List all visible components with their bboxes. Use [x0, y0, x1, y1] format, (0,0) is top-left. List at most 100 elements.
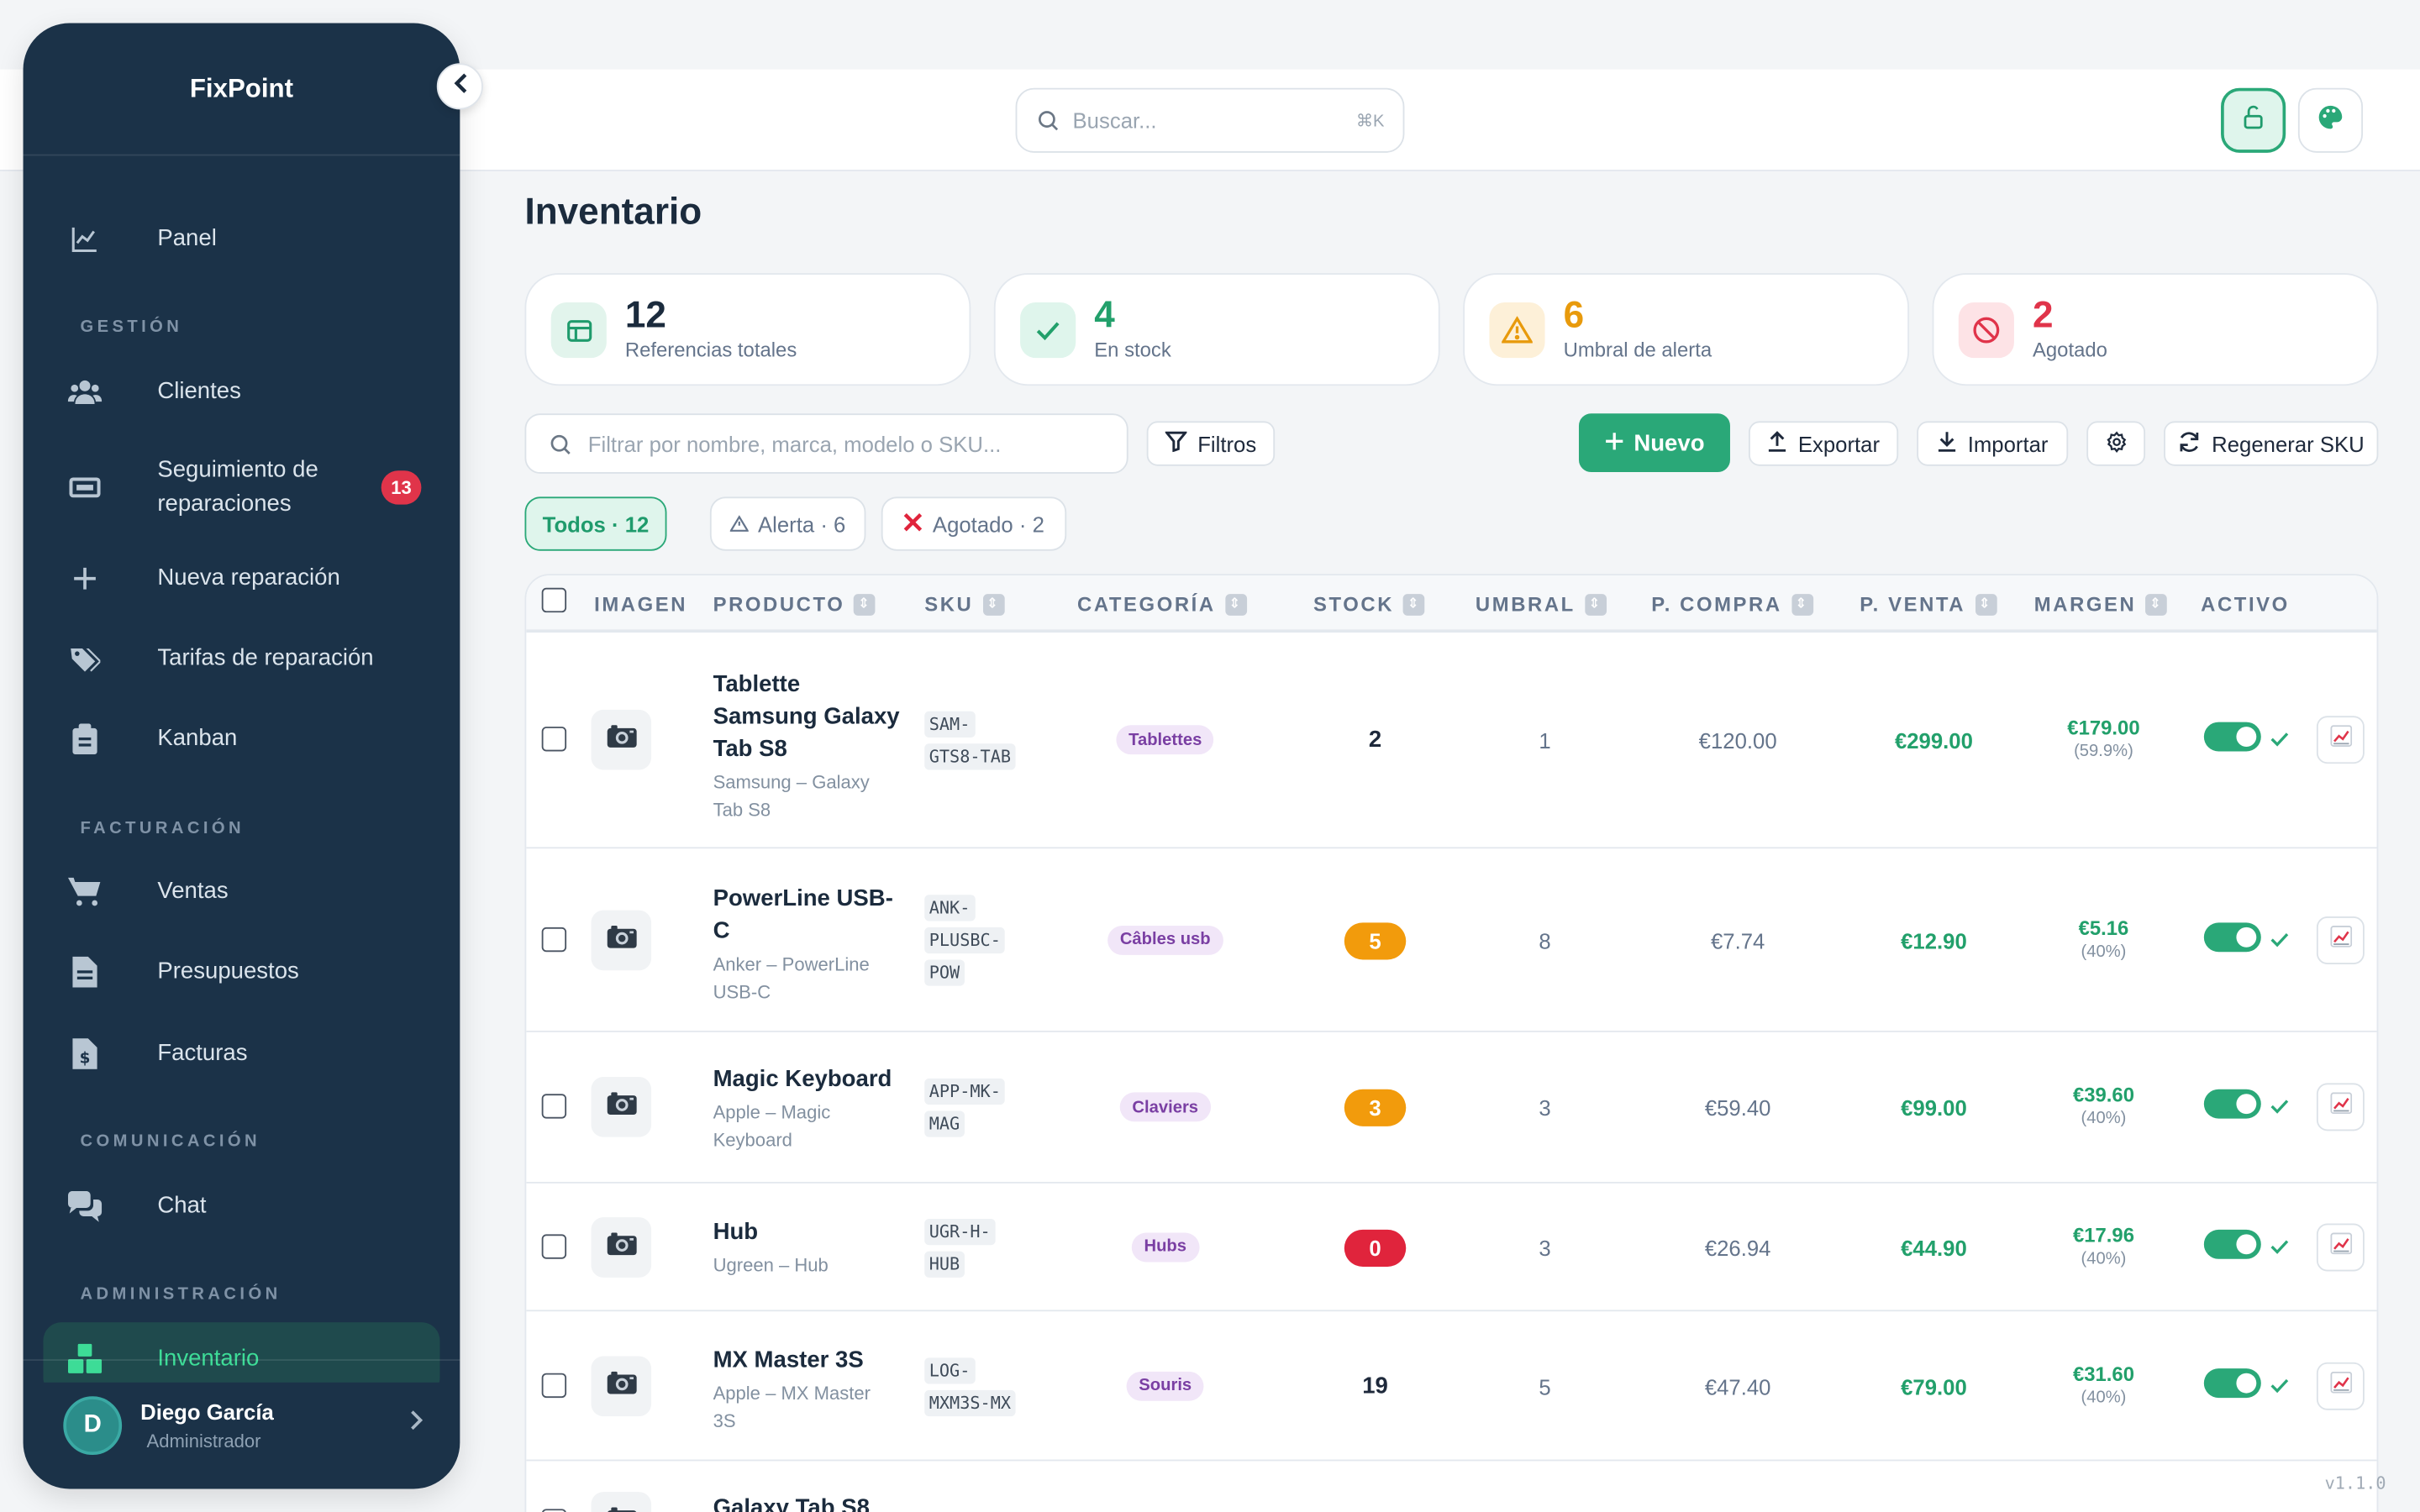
import-button[interactable]: Importar — [1917, 421, 2069, 466]
sku-code: ANK- PLUSBC- POW — [924, 892, 1006, 990]
sku-line-text: ANK- — [924, 895, 975, 921]
header-stock[interactable]: STOCK ⇕ — [1313, 592, 1425, 616]
sku-line: APP-MK- — [924, 1075, 1006, 1108]
sidebar-item-panel[interactable]: Panel — [43, 205, 439, 273]
sku-line-text: MAG — [924, 1110, 965, 1137]
new-label: Nuevo — [1634, 429, 1705, 456]
header-label: UMBRAL — [1475, 592, 1576, 616]
sidebar-item-seguimiento[interactable]: Seguimiento de reparaciones 13 — [43, 452, 439, 522]
margin-cell: €17.96 (40%) — [2073, 1223, 2134, 1268]
header-sku[interactable]: SKU ⇕ — [924, 592, 1005, 616]
sku-line-text: PLUSBC- — [924, 927, 1006, 954]
active-toggle[interactable] — [2203, 1228, 2261, 1258]
active-toggle[interactable] — [2203, 1368, 2261, 1398]
margin-value: €5.16 — [2078, 916, 2129, 939]
header-buy-price[interactable]: P. COMPRA ⇕ — [1651, 592, 1813, 616]
sell-price: €299.00 — [1894, 727, 1973, 753]
product-cell: MX Master 3S Apple – MX Master 3S — [713, 1344, 907, 1435]
sort-icon: ⇕ — [854, 593, 876, 615]
document-icon — [65, 952, 105, 992]
user-role: Administrador — [146, 1429, 261, 1452]
stock-history-button[interactable] — [2316, 916, 2365, 964]
chart-icon — [2329, 1092, 2352, 1121]
margin-cell: €39.60 (40%) — [2073, 1083, 2134, 1127]
sidebar-item-presupuestos[interactable]: Presupuestos — [43, 938, 439, 1006]
buy-price: €7.74 — [1710, 927, 1765, 953]
palette-icon — [2315, 101, 2346, 139]
stock-history-button[interactable] — [2316, 716, 2365, 764]
app-version: v1.1.0 — [2324, 1473, 2386, 1494]
global-search[interactable]: Buscar... ⌘K — [1015, 87, 1405, 153]
stat-label: Umbral de alerta — [1563, 338, 1712, 361]
margin-cell: €179.00 (59.9%) — [2067, 716, 2139, 760]
margin-cell: €31.60 (40%) — [2073, 1362, 2134, 1406]
active-toggle[interactable] — [2203, 722, 2261, 752]
sidebar-collapse-button[interactable] — [436, 63, 483, 110]
active-toggle[interactable] — [2203, 1089, 2261, 1119]
sidebar-item-chat[interactable]: Chat — [43, 1173, 439, 1241]
sku-code: LOG- MXM3S-MX — [924, 1354, 1016, 1419]
stock-history-button[interactable] — [2316, 1222, 2365, 1271]
chip-all[interactable]: Todos · 12 — [524, 496, 667, 551]
sidebar-item-label: Chat — [157, 1192, 207, 1220]
header-product[interactable]: PRODUCTO ⇕ — [713, 592, 876, 616]
chip-out-of-stock[interactable]: Agotado · 2 — [881, 496, 1067, 551]
threshold-value: 8 — [1539, 927, 1551, 953]
stat-label: Referencias totales — [624, 338, 797, 361]
header-margin[interactable]: MARGEN ⇕ — [2034, 592, 2168, 616]
margin-percent: (59.9%) — [2074, 742, 2133, 761]
users-icon — [65, 372, 105, 412]
header-threshold[interactable]: UMBRAL ⇕ — [1476, 592, 1607, 616]
regenerate-sku-button[interactable]: Regenerar SKU — [2164, 421, 2379, 466]
product-cell: Magic Keyboard Apple – Magic Keyboard — [713, 1063, 907, 1154]
theme-button[interactable] — [2297, 87, 2364, 153]
check-icon — [2270, 927, 2289, 951]
sidebar-item-facturas[interactable]: $ Facturas — [43, 1020, 439, 1088]
row-checkbox[interactable] — [541, 1509, 567, 1512]
settings-button[interactable] — [2086, 421, 2146, 466]
sidebar-item-tarifas[interactable]: Tarifas de reparación — [43, 625, 439, 693]
lock-button[interactable] — [2221, 87, 2286, 153]
stat-value: 6 — [1563, 294, 1585, 337]
sku-code: SAM- GTS8-TAB — [924, 708, 1016, 773]
product-name-line: PowerLine USB- — [713, 885, 893, 912]
download-icon — [1937, 430, 1957, 456]
row-checkbox[interactable] — [541, 1233, 567, 1258]
new-item-button[interactable]: Nuevo — [1578, 413, 1730, 473]
sidebar-item-nueva-reparacion[interactable]: Nueva reparación — [43, 544, 439, 612]
sort-icon: ⇕ — [1791, 593, 1813, 615]
row-checkbox[interactable] — [541, 1372, 567, 1398]
sidebar-item-kanban[interactable]: Kanban — [43, 705, 439, 773]
search-shortcut: ⌘K — [1355, 112, 1385, 131]
chip-alert[interactable]: Alerta · 6 — [709, 496, 866, 551]
stock-history-button[interactable] — [2316, 1361, 2365, 1410]
header-sell-price[interactable]: P. VENTA ⇕ — [1860, 592, 1996, 616]
sidebar-item-clientes[interactable]: Clientes — [43, 358, 439, 426]
inventory-filter-input[interactable]: Filtrar por nombre, marca, modelo o SKU.… — [524, 413, 1128, 474]
sort-icon: ⇕ — [2145, 593, 2168, 615]
sort-icon: ⇕ — [1584, 593, 1607, 615]
product-subtitle-line: Tab S8 — [713, 799, 771, 822]
export-button[interactable]: Exportar — [1749, 421, 1899, 466]
product-subtitle: Anker – PowerLine USB-C — [713, 950, 907, 1005]
chart-icon — [2329, 1231, 2352, 1262]
sku-line-text: APP-MK- — [924, 1078, 1006, 1105]
upload-icon — [1767, 430, 1787, 456]
header-label: P. COMPRA — [1651, 592, 1782, 616]
row-checkbox[interactable] — [541, 727, 567, 752]
user-profile[interactable]: D Diego García Administrador — [23, 1359, 460, 1488]
filters-button[interactable]: Filtros — [1146, 421, 1276, 466]
product-subtitle-line: Ugreen – Hub — [713, 1254, 829, 1276]
product-name-line: Tab S8 — [713, 736, 787, 763]
chart-icon — [2329, 925, 2352, 954]
sidebar-item-ventas[interactable]: Ventas — [43, 858, 439, 926]
row-checkbox[interactable] — [541, 1094, 567, 1119]
header-category[interactable]: CATEGORÍA ⇕ — [1077, 592, 1247, 616]
row-checkbox[interactable] — [541, 926, 567, 952]
select-all-checkbox[interactable] — [541, 587, 567, 613]
stock-history-button[interactable] — [2316, 1083, 2365, 1131]
warning-icon — [729, 512, 750, 536]
sku-line: POW — [924, 957, 1005, 990]
active-toggle[interactable] — [2203, 921, 2261, 952]
header-label: P. VENTA — [1860, 592, 1966, 616]
